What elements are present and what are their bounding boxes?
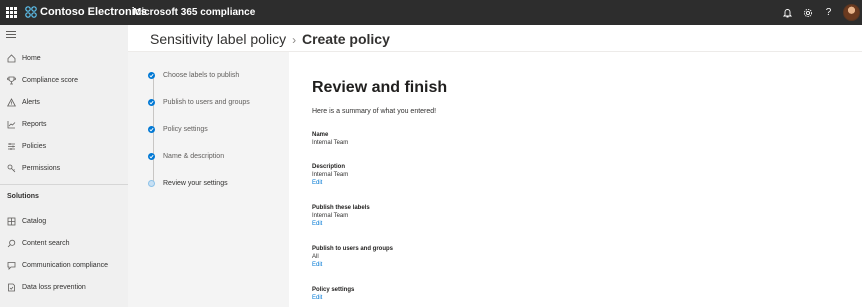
chat-icon bbox=[6, 260, 16, 270]
nav-item-label: Data loss prevention bbox=[22, 283, 86, 291]
nav-item-home[interactable]: Home bbox=[0, 49, 128, 67]
brand-name[interactable]: Contoso Electronics bbox=[40, 6, 147, 18]
breadcrumb-parent[interactable]: Sensitivity label policy bbox=[150, 31, 286, 47]
trophy-icon bbox=[6, 75, 16, 85]
grid-icon bbox=[6, 216, 16, 226]
field-description: Description Internal Team Edit bbox=[312, 163, 348, 187]
field-label: Description bbox=[312, 164, 346, 170]
nav-item-label: Catalog bbox=[22, 217, 47, 225]
nav-item-label: Home bbox=[22, 54, 41, 62]
step-label: Review your settings bbox=[163, 179, 228, 187]
nav-item-label: Reports bbox=[22, 120, 47, 128]
top-bar: Contoso Electronics Microsoft 365 compli… bbox=[0, 0, 862, 25]
shield-doc-icon bbox=[6, 282, 16, 292]
field-label: Policy settings bbox=[312, 287, 355, 293]
nav-divider bbox=[0, 184, 128, 185]
nav-item-label: Compliance score bbox=[22, 76, 79, 84]
review-title: Review and finish bbox=[312, 79, 448, 96]
help-icon[interactable]: ? bbox=[822, 6, 835, 19]
warning-icon bbox=[6, 97, 16, 107]
nav-item-reports[interactable]: Reports bbox=[0, 115, 128, 133]
review-panel: Review and finish Here is a summary of w… bbox=[289, 52, 862, 307]
gear-icon[interactable] bbox=[801, 6, 814, 19]
edit-labels-link[interactable]: Edit bbox=[312, 220, 370, 228]
nav-item-label: Alerts bbox=[22, 98, 40, 106]
step-label: Name & description bbox=[163, 152, 225, 160]
nav-item-communication-compliance[interactable]: Communication compliance bbox=[0, 256, 128, 274]
current-step-icon bbox=[148, 179, 155, 187]
search-icon bbox=[6, 238, 16, 248]
key-icon bbox=[6, 163, 16, 173]
home-icon bbox=[6, 53, 16, 63]
nav-item-label: Policies bbox=[22, 142, 47, 150]
step-label: Publish to users and groups bbox=[163, 98, 250, 106]
field-publish-users: Publish to users and groups All Edit bbox=[312, 245, 393, 269]
brand-logo-icon bbox=[25, 6, 37, 18]
nav-item-permissions[interactable]: Permissions bbox=[0, 159, 128, 177]
nav-item-compliance-score[interactable]: Compliance score bbox=[0, 71, 128, 89]
nav-item-policies[interactable]: Policies bbox=[0, 137, 128, 155]
wizard-step-review[interactable]: Review your settings bbox=[148, 177, 228, 189]
field-policy-settings: Policy settings Edit bbox=[312, 286, 354, 302]
check-icon bbox=[148, 125, 155, 133]
step-label: Policy settings bbox=[163, 125, 208, 133]
nav-section-title: Solutions bbox=[7, 193, 39, 200]
step-label: Choose labels to publish bbox=[163, 71, 240, 79]
nav-item-alerts[interactable]: Alerts bbox=[0, 93, 128, 111]
page-header: Sensitivity label policy › Create policy bbox=[128, 25, 862, 52]
wizard-steps: Choose labels to publish Publish to user… bbox=[128, 52, 289, 307]
app-name[interactable]: Microsoft 365 compliance bbox=[133, 7, 255, 18]
edit-users-link[interactable]: Edit bbox=[312, 261, 393, 269]
sliders-icon bbox=[6, 141, 16, 151]
edit-description-link[interactable]: Edit bbox=[312, 179, 348, 187]
app-launcher-icon[interactable] bbox=[6, 7, 17, 18]
field-value: Internal Team bbox=[312, 140, 349, 146]
avatar[interactable] bbox=[843, 4, 860, 21]
field-label: Name bbox=[312, 132, 329, 138]
nav-item-catalog[interactable]: Catalog bbox=[0, 212, 128, 230]
wizard-step-name-description[interactable]: Name & description bbox=[148, 150, 224, 162]
review-summary: Here is a summary of what you entered! bbox=[312, 108, 437, 115]
field-value: Internal Team bbox=[312, 213, 349, 219]
bell-icon[interactable] bbox=[781, 6, 794, 19]
field-name: Name Internal Team bbox=[312, 131, 348, 147]
field-value: All bbox=[312, 254, 319, 260]
check-icon bbox=[148, 71, 155, 79]
breadcrumb-separator: › bbox=[292, 33, 297, 47]
hamburger-icon[interactable] bbox=[6, 31, 16, 39]
field-publish-labels: Publish these labels Internal Team Edit bbox=[312, 204, 370, 228]
wizard-step-policy-settings[interactable]: Policy settings bbox=[148, 123, 208, 135]
breadcrumb: Sensitivity label policy › Create policy bbox=[150, 31, 390, 47]
left-navigation: Home Compliance score Alerts Reports Pol… bbox=[0, 25, 128, 307]
check-icon bbox=[148, 152, 155, 160]
nav-item-content-search[interactable]: Content search bbox=[0, 234, 128, 252]
wizard-step-choose-labels[interactable]: Choose labels to publish bbox=[148, 69, 239, 81]
wizard-step-publish-users[interactable]: Publish to users and groups bbox=[148, 96, 250, 108]
nav-item-label: Content search bbox=[22, 239, 70, 247]
nav-item-label: Communication compliance bbox=[22, 261, 108, 269]
field-label: Publish these labels bbox=[312, 205, 370, 211]
breadcrumb-current: Create policy bbox=[301, 31, 390, 47]
field-label: Publish to users and groups bbox=[312, 246, 394, 252]
nav-item-label: Permissions bbox=[22, 164, 61, 172]
check-icon bbox=[148, 98, 155, 106]
field-value: Internal Team bbox=[312, 172, 349, 178]
nav-item-data-loss-prevention[interactable]: Data loss prevention bbox=[0, 278, 128, 296]
chart-icon bbox=[6, 119, 16, 129]
edit-policy-settings-link[interactable]: Edit bbox=[312, 294, 354, 302]
